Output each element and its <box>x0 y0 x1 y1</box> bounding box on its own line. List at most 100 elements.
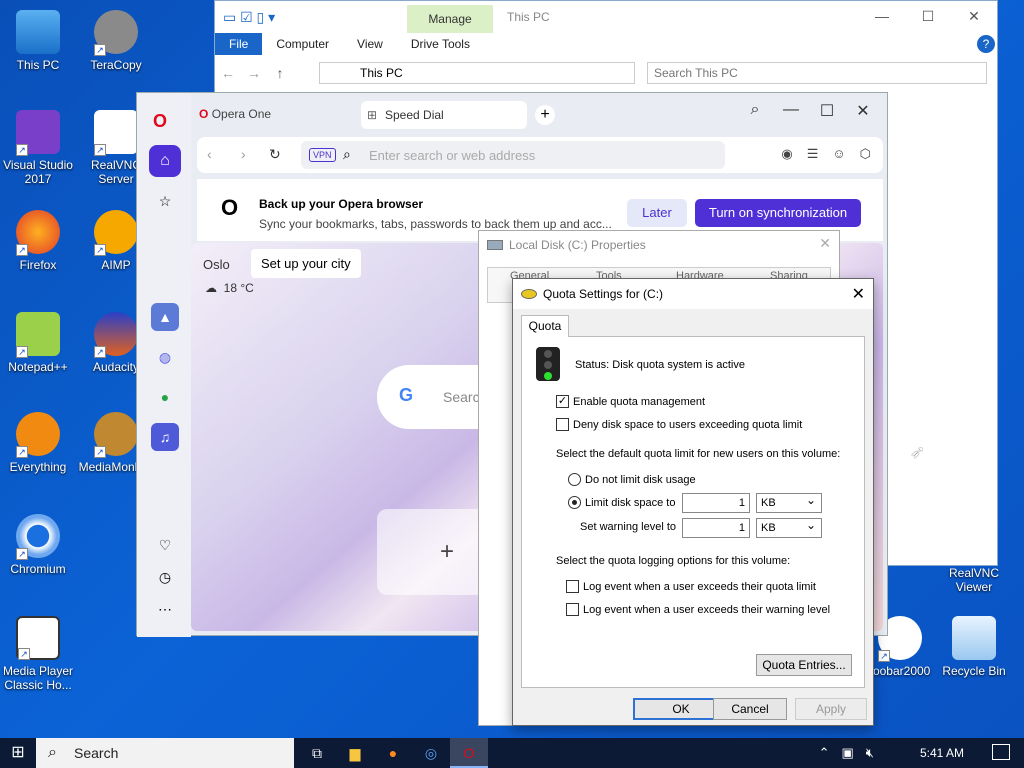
explorer-ribbon: File Computer View Drive Tools ? <box>215 33 997 55</box>
chevron-up-icon[interactable]: ⌃ <box>819 738 830 768</box>
tab-manage[interactable]: Manage <box>407 5 493 33</box>
address-field[interactable]: VPN ⌕ Enter search or web address <box>301 141 725 169</box>
help-icon[interactable]: ? <box>977 35 995 53</box>
logging-heading: Select the quota logging options for thi… <box>556 555 791 567</box>
warning-unit-select[interactable]: KB <box>756 516 822 538</box>
address-path: This PC <box>360 66 403 80</box>
settings-sliders-icon[interactable]: ☰ <box>807 146 819 162</box>
no-limit-radio[interactable]: Do not limit disk usage <box>568 473 696 486</box>
file-explorer-taskbar-icon[interactable]: ▆ <box>336 738 374 768</box>
desktop-icon-everything[interactable]: ↗ Everything <box>0 412 76 474</box>
checkbox-icon[interactable] <box>556 418 569 431</box>
log-limit-checkbox[interactable]: Log event when a user exceeds their quot… <box>566 580 816 593</box>
reload-icon[interactable]: ↻ <box>269 146 281 163</box>
whatsapp-icon[interactable]: ● <box>151 383 179 411</box>
task-view-icon[interactable]: ⧉ <box>298 738 336 768</box>
close-icon[interactable]: ✕ <box>852 284 865 304</box>
taskbar-clock[interactable]: 5:41 AM <box>920 738 964 768</box>
maximize-icon[interactable]: ☐ <box>905 1 951 31</box>
tab-speed-dial[interactable]: ⊞ Speed Dial <box>361 101 527 129</box>
taskbar-search-box[interactable]: ⌕ Search <box>36 738 294 768</box>
music-player-icon[interactable]: ♫ <box>151 423 179 451</box>
desktop-icon-realvnc-viewer[interactable]: RealVNC Viewer <box>936 566 1012 594</box>
radio-icon[interactable] <box>568 473 581 486</box>
apply-button[interactable]: Apply <box>795 698 867 720</box>
limit-value-input[interactable]: 1 <box>682 493 750 513</box>
forward-arrow-icon[interactable]: → <box>241 65 267 81</box>
chromium-taskbar-icon[interactable]: ◎ <box>412 738 450 768</box>
desktop-icon-teracopy[interactable]: ↗ TeraCopy <box>78 10 154 72</box>
more-icon[interactable]: ⋯ <box>151 595 179 623</box>
ribbon-tab-computer[interactable]: Computer <box>262 33 343 55</box>
quota-settings-dialog[interactable]: Quota Settings for (C:) ✕ Quota Status: … <box>512 278 874 726</box>
opera-toolbar: ‹ › ↻ VPN ⌕ Enter search or web address … <box>197 137 883 173</box>
close-icon[interactable]: ✕ <box>819 235 831 252</box>
cancel-button[interactable]: Cancel <box>713 698 787 720</box>
checkbox-icon[interactable] <box>566 603 579 616</box>
back-icon[interactable]: ‹ <box>207 146 212 162</box>
messenger-icon[interactable]: ◍ <box>151 343 179 371</box>
desktop-icon-notepadpp[interactable]: ↗ Notepad++ <box>0 312 76 374</box>
firefox-taskbar-icon[interactable]: ● <box>374 738 412 768</box>
star-icon[interactable]: ☆ <box>151 187 179 215</box>
search-tabs-icon[interactable]: ⌕ <box>737 101 773 121</box>
minimize-icon[interactable]: — <box>859 1 905 31</box>
close-icon[interactable]: ✕ <box>845 101 881 121</box>
back-arrow-icon[interactable]: ← <box>215 65 241 81</box>
search-input[interactable]: Search This PC <box>647 62 987 84</box>
checkbox-checked-icon[interactable]: ✓ <box>556 395 569 408</box>
forward-icon[interactable]: › <box>241 146 246 162</box>
opera-sidebar: O ⌂ ☆ ▲ ◍ ● ♫ ♡ ◷ ⋯ <box>137 93 191 637</box>
log-warning-checkbox[interactable]: Log event when a user exceeds their warn… <box>566 603 830 616</box>
minimize-icon[interactable]: — <box>773 101 809 121</box>
radio-selected-icon[interactable] <box>568 496 581 509</box>
checkbox-icon[interactable] <box>566 580 579 593</box>
ribbon-tab-drive-tools[interactable]: Drive Tools <box>397 33 484 55</box>
warning-value-input[interactable]: 1 <box>682 518 750 538</box>
profile-icon[interactable]: ☺ <box>832 146 845 162</box>
set-up-city-tooltip[interactable]: Set up your city <box>251 249 361 278</box>
computer-icon <box>16 10 60 54</box>
limit-unit-select[interactable]: KB <box>756 491 822 513</box>
history-icon[interactable]: ◷ <box>151 563 179 591</box>
opera-brand[interactable]: O Opera One <box>199 107 271 121</box>
explorer-titlebar[interactable]: ▭ ☑ ▯ ▾ Manage This PC — ☐ ✕ <box>215 1 997 33</box>
google-icon: G <box>399 385 414 405</box>
desktop-icon-visual-studio[interactable]: ↗ Visual Studio 2017 <box>0 110 76 186</box>
volume-muted-icon[interactable]: 🔇︎ <box>866 738 874 768</box>
camera-icon[interactable]: ◉ <box>781 146 792 162</box>
tab-quota[interactable]: Quota <box>521 315 569 337</box>
explorer-quick-access-icon[interactable]: ▭ ☑ ▯ ▾ <box>223 9 275 26</box>
limit-radio[interactable]: Limit disk space to <box>568 496 675 509</box>
heart-icon[interactable]: ♡ <box>151 531 179 559</box>
desktop-icon-firefox[interactable]: ↗ Firefox <box>0 210 76 272</box>
notifications-icon[interactable] <box>992 744 1010 760</box>
aria-icon[interactable]: ▲ <box>151 303 179 331</box>
vpn-badge[interactable]: VPN <box>309 148 336 162</box>
up-arrow-icon[interactable]: ↑ <box>267 65 293 81</box>
desktop-icon-chromium[interactable]: ↗ Chromium <box>0 514 76 576</box>
quota-titlebar[interactable]: Quota Settings for (C:) ✕ <box>513 279 873 309</box>
maximize-icon[interactable]: ☐ <box>809 101 845 121</box>
ribbon-tab-view[interactable]: View <box>343 33 397 55</box>
later-button[interactable]: Later <box>627 199 687 227</box>
turn-on-sync-button[interactable]: Turn on synchronization <box>695 199 861 227</box>
opera-taskbar-icon[interactable]: O <box>450 738 488 768</box>
desktop-icon-recycle-bin[interactable]: Recycle Bin <box>936 616 1012 678</box>
opera-logo-icon[interactable]: O <box>153 111 167 132</box>
deny-space-checkbox[interactable]: Deny disk space to users exceeding quota… <box>556 418 802 431</box>
new-tab-button[interactable]: + <box>535 105 555 125</box>
quota-entries-button[interactable]: Quota Entries... <box>756 654 852 676</box>
desktop-icon-this-pc[interactable]: This PC <box>0 10 76 72</box>
network-icon[interactable]: ▣ <box>842 738 854 768</box>
windows-start-icon[interactable]: ⊞ <box>0 738 36 768</box>
weather-city[interactable]: Oslo <box>203 257 230 272</box>
address-bar[interactable]: This PC <box>319 62 635 84</box>
desktop-icon-mpc[interactable]: ↗ Media Player Classic Ho... <box>0 616 76 692</box>
extensions-cube-icon[interactable]: ⬡ <box>860 146 871 162</box>
close-icon[interactable]: ✕ <box>951 1 997 31</box>
home-icon[interactable]: ⌂ <box>149 145 181 177</box>
ribbon-tab-file[interactable]: File <box>215 33 263 55</box>
desktop-icon-label: RealVNC Viewer <box>948 566 999 594</box>
enable-quota-checkbox[interactable]: ✓ Enable quota management <box>556 395 705 408</box>
